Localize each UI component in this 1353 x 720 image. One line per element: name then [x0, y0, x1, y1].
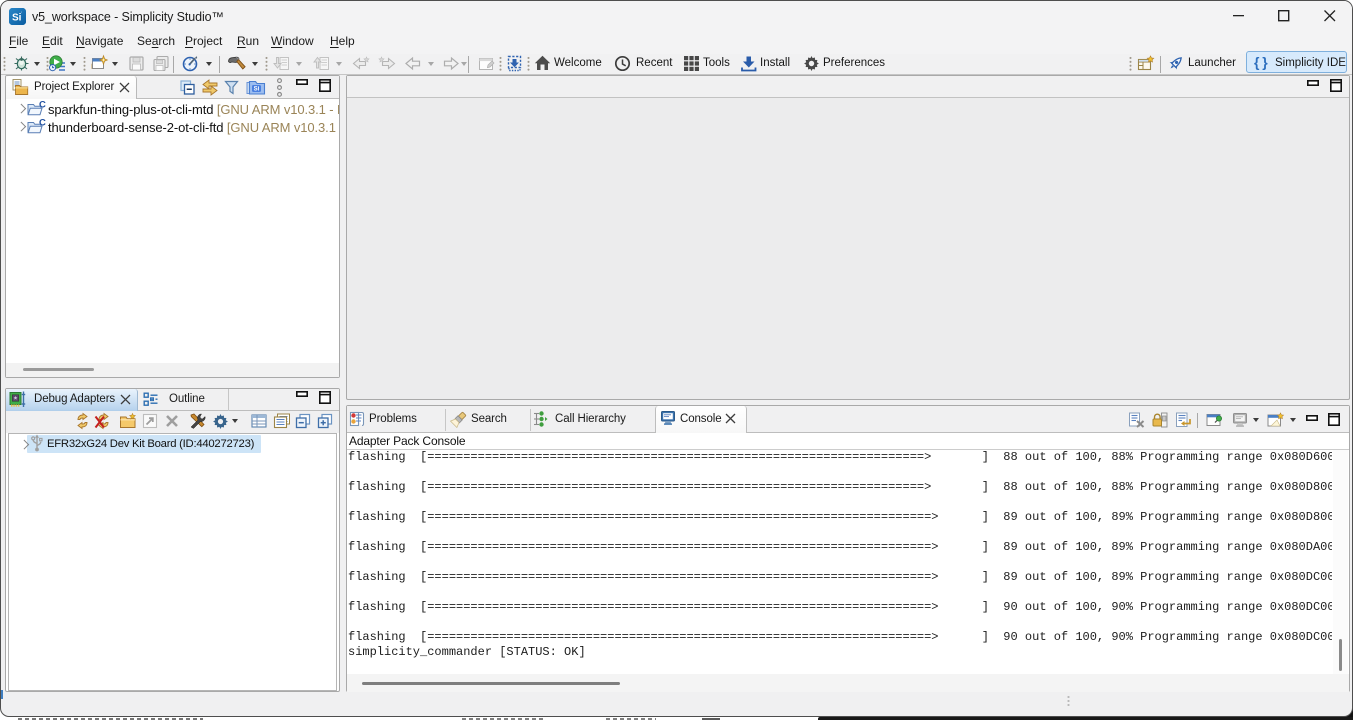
svg-text:C: C: [39, 118, 46, 129]
svg-text:': ': [21, 12, 22, 18]
svg-text:Si: Si: [254, 87, 260, 93]
svg-text:C: C: [39, 100, 46, 111]
